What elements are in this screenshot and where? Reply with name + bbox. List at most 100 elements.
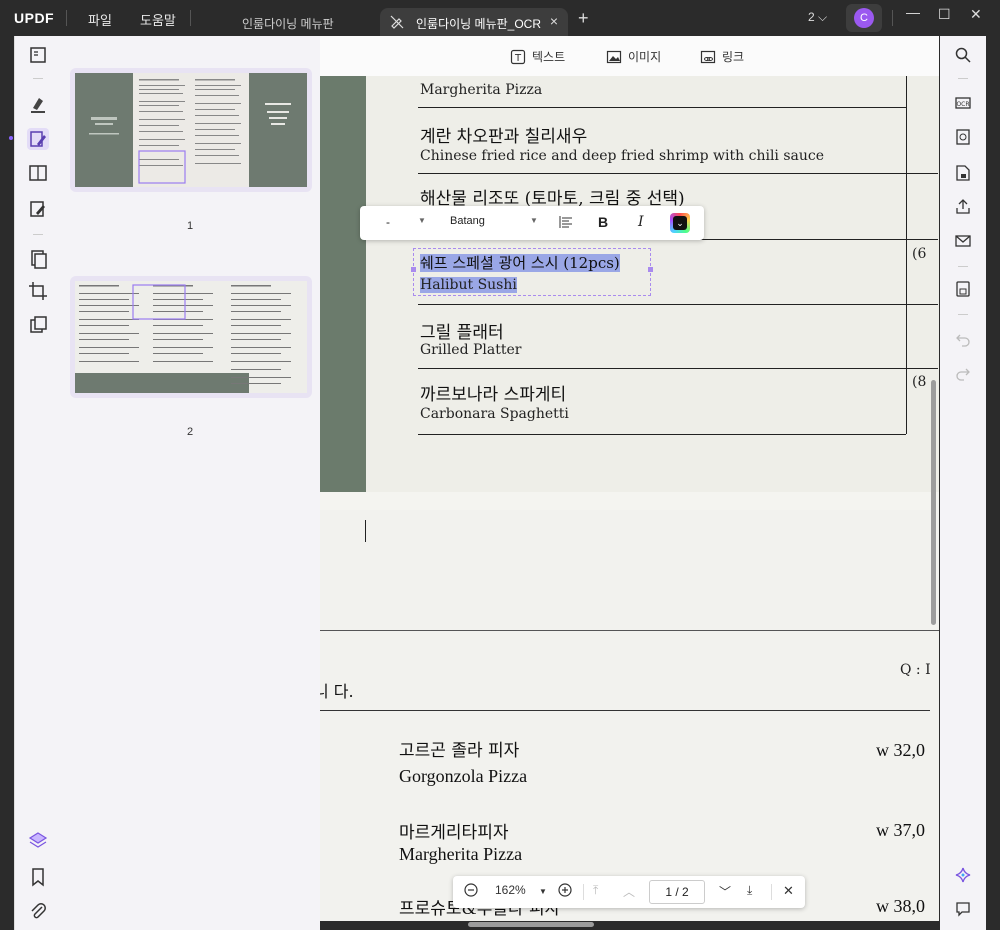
- page-1-green-panel: [320, 76, 366, 492]
- add-link-button[interactable]: 링크: [700, 48, 744, 65]
- menu-item-ko: 그릴 플래터: [420, 323, 504, 343]
- edit-toolbar: T 텍스트 이미지 링크: [320, 36, 939, 76]
- ocr-icon: OCR: [955, 97, 971, 109]
- selected-text-box[interactable]: 쉐프 스페셜 광어 스시 (12pcs) Halibut Sushi: [411, 248, 653, 296]
- font-size-dropdown-icon[interactable]: ▼: [418, 216, 426, 225]
- crop-button[interactable]: [27, 280, 49, 302]
- crop-icon: [29, 282, 47, 300]
- attachment-button[interactable]: [27, 900, 49, 922]
- menu-item-en: Gorgonzola Pizza: [399, 766, 528, 786]
- resize-handle[interactable]: [411, 267, 416, 272]
- maximize-button[interactable]: ☐: [938, 6, 951, 23]
- text-color-button[interactable]: ⌄: [670, 213, 690, 233]
- tab-document-1[interactable]: 인룸다이닝 메뉴판: [196, 8, 374, 36]
- close-window-button[interactable]: ✕: [970, 6, 982, 23]
- zoom-level[interactable]: 162%: [495, 883, 526, 897]
- zoom-out-button[interactable]: [463, 882, 479, 901]
- page-layout-button[interactable]: [27, 162, 49, 184]
- font-family-dropdown-icon[interactable]: ▼: [530, 216, 538, 225]
- menu-item-en: Chinese fried rice and deep fried shrimp…: [420, 148, 825, 164]
- page-count: 2: [808, 10, 815, 24]
- bold-button[interactable]: B: [598, 214, 608, 230]
- link-icon: [700, 50, 716, 63]
- font-size-field[interactable]: -: [386, 215, 390, 229]
- save-button[interactable]: [954, 280, 972, 298]
- tab-document-2[interactable]: 인룸다이닝 메뉴판_OCR ×: [380, 8, 568, 36]
- vertical-scrollbar[interactable]: [931, 380, 936, 625]
- column-divider: [906, 76, 907, 434]
- convert-button[interactable]: [954, 128, 972, 146]
- minimize-button[interactable]: —: [906, 4, 920, 20]
- menu-item-ko: 계란 차오판과 칠리새우: [420, 127, 588, 147]
- bookmark-button[interactable]: [27, 866, 49, 888]
- share-button[interactable]: [954, 198, 972, 216]
- comment-button[interactable]: [27, 94, 49, 116]
- last-page-button[interactable]: ⤓: [747, 883, 752, 898]
- zoom-in-icon: [558, 883, 572, 897]
- page-count-dropdown[interactable]: 2 ⌵: [808, 10, 827, 25]
- search-button[interactable]: [954, 46, 972, 64]
- thumbnail-page-2[interactable]: [70, 276, 312, 398]
- document-viewport[interactable]: Margherita Pizza 계란 차오판과 칠리새우 Chinese fr…: [320, 76, 939, 921]
- book-icon: [30, 47, 46, 63]
- page-1: Margherita Pizza 계란 차오판과 칠리새우 Chinese fr…: [366, 76, 939, 492]
- search-icon: [955, 47, 971, 63]
- page-navigation-toolbar: 162% ▼ ⤒ ︿ 1 / 2 ﹀ ⤓ ✕: [453, 876, 805, 908]
- avatar-initial: C: [854, 8, 874, 28]
- page-2-preview: [75, 281, 307, 393]
- mail-icon: [955, 235, 971, 247]
- organize-pages-button[interactable]: [27, 248, 49, 270]
- add-text-button[interactable]: T 텍스트: [510, 48, 565, 65]
- menu-item-ko: 까르보나라 스파게티: [420, 385, 567, 405]
- ai-assistant-button[interactable]: [954, 866, 972, 884]
- menu-help[interactable]: 도움말: [140, 10, 176, 29]
- next-page-button[interactable]: ﹀: [719, 883, 731, 900]
- undo-button[interactable]: [954, 330, 972, 348]
- italic-button[interactable]: I: [638, 214, 644, 230]
- align-left-button[interactable]: [558, 214, 574, 233]
- menu-file[interactable]: 파일: [88, 10, 112, 29]
- chevron-down-icon: ⌄: [673, 216, 687, 230]
- protect-button[interactable]: [954, 164, 972, 182]
- price-cut: (8: [912, 374, 927, 390]
- bookmark-icon: [32, 868, 44, 887]
- edit-pdf-button[interactable]: [27, 128, 49, 150]
- page-number-input[interactable]: 1 / 2: [649, 880, 705, 904]
- tools-button[interactable]: [27, 314, 49, 336]
- email-button[interactable]: [954, 232, 972, 250]
- highlighter-icon: [31, 98, 45, 113]
- close-tab-icon[interactable]: ×: [550, 13, 558, 29]
- page-divider: [320, 710, 930, 711]
- fill-sign-button[interactable]: [27, 198, 49, 220]
- font-family-field[interactable]: Batang: [450, 215, 485, 227]
- edit-text-icon: [30, 131, 46, 147]
- thumbnail-page-1[interactable]: [70, 68, 312, 192]
- undo-icon: [956, 334, 970, 347]
- row-divider: [418, 434, 906, 435]
- first-page-button[interactable]: ⤒: [593, 883, 598, 898]
- ocr-button[interactable]: OCR: [954, 94, 972, 112]
- reader-mode-button[interactable]: [27, 44, 49, 66]
- comments-panel-button[interactable]: [954, 900, 972, 918]
- menu-price: w 37,0: [876, 820, 925, 840]
- user-avatar[interactable]: C: [846, 4, 882, 32]
- zoom-in-button[interactable]: [557, 882, 573, 901]
- add-image-button[interactable]: 이미지: [606, 48, 661, 65]
- selected-text: Halibut Sushi: [420, 277, 517, 293]
- tab-label: 인룸다이닝 메뉴판: [242, 17, 334, 31]
- row-divider: [418, 107, 906, 108]
- page-1-preview: [75, 73, 307, 187]
- window-edge: [986, 36, 1000, 930]
- page-gap: [320, 492, 939, 510]
- new-tab-button[interactable]: +: [578, 8, 589, 29]
- previous-page-button[interactable]: ︿: [623, 883, 635, 900]
- layers-button[interactable]: [27, 830, 49, 852]
- menu-item-ko: 마르게리타피자: [399, 823, 509, 843]
- resize-handle[interactable]: [648, 267, 653, 272]
- redo-button[interactable]: [954, 364, 972, 382]
- divider: [958, 78, 968, 79]
- close-toolbar-button[interactable]: ✕: [783, 883, 794, 899]
- zoom-dropdown-icon[interactable]: ▼: [539, 887, 547, 896]
- menu-price: w 32,0: [876, 740, 925, 760]
- horizontal-scrollbar[interactable]: [468, 922, 594, 927]
